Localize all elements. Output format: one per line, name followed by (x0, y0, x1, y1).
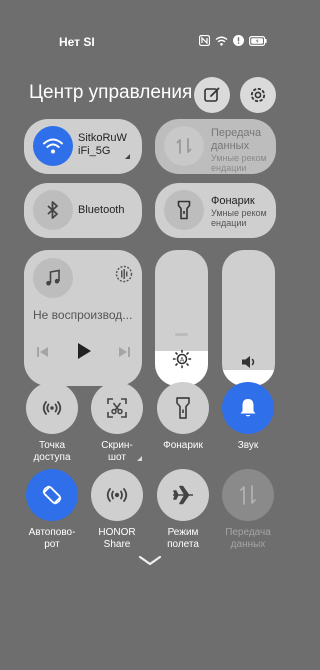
music-app-button[interactable] (33, 258, 73, 298)
mobile-data-title: Передача (211, 127, 262, 139)
airplane-icon (173, 485, 193, 505)
hotspot-label-line1: Точка (38, 440, 66, 451)
airplane-mode-label: Режим полета (148, 527, 218, 551)
sound-circle[interactable] (222, 382, 274, 434)
mobile-data-sub1: Умные реком (211, 153, 267, 163)
next-track-icon[interactable] (117, 345, 131, 364)
wifi-network-name: SitkoRuW iFi_5G (78, 132, 127, 158)
data-transfer-circle[interactable] (222, 469, 274, 521)
gear-icon (250, 87, 266, 103)
data-transfer-button[interactable]: Передача данных (213, 469, 283, 551)
sound-button[interactable]: Звук (213, 382, 283, 452)
data-arrows-icon (176, 138, 192, 154)
data-transfer-label-line1: Передача (225, 527, 271, 538)
airplane-mode-circle[interactable] (157, 469, 209, 521)
screenshot-button[interactable]: Скрин- шот (82, 382, 152, 464)
mobile-data-text: Передача данных Умные реком ендации (211, 127, 267, 173)
airplane-label-line2: полета (167, 539, 199, 550)
nfc-icon (199, 35, 210, 46)
bluetooth-tile[interactable]: Bluetooth (24, 183, 142, 238)
wifi-toggle[interactable] (33, 126, 73, 166)
flashlight-tile[interactable]: Фонарик Умные реком ендации (155, 183, 276, 238)
mobile-data-title2: данных (211, 140, 250, 152)
hotspot-icon (42, 401, 62, 415)
brightness-auto-icon: A (172, 349, 192, 374)
hotspot-button[interactable]: Точка доступа (17, 382, 87, 464)
status-icons (199, 35, 267, 46)
screenshot-label-line1: Скрин- (101, 440, 133, 451)
hotspot-label-line2: доступа (33, 452, 71, 463)
screenshot-circle[interactable] (91, 382, 143, 434)
sound-label-line1: Звук (237, 440, 259, 451)
wifi-name-line2: iFi_5G (78, 145, 111, 157)
flashlight-sub1: Умные реком (211, 208, 267, 218)
airplane-label-line1: Режим (167, 527, 199, 538)
flashlight-icon (176, 397, 190, 419)
wifi-tile[interactable]: SitkoRuW iFi_5G (24, 119, 142, 174)
status-bar: Нет SI (0, 0, 300, 86)
auto-rotate-label: Автопово- рот (17, 527, 87, 551)
honor-share-circle[interactable] (91, 469, 143, 521)
hotspot-circle[interactable] (26, 382, 78, 434)
auto-rotate-label-line2: рот (44, 539, 60, 550)
auto-rotate-circle[interactable] (26, 469, 78, 521)
edit-button[interactable] (194, 77, 230, 113)
flashlight-toggle[interactable] (164, 190, 204, 230)
airplane-mode-button[interactable]: Режим полета (148, 469, 218, 551)
screenshot-more-icon (137, 456, 142, 461)
rotate-icon (42, 485, 62, 505)
mobile-data-sub2: ендации (211, 163, 247, 173)
flashlight-sub2: ендации (211, 218, 247, 228)
previous-track-icon[interactable] (36, 345, 50, 364)
battery-icon (249, 35, 267, 46)
settings-button[interactable] (240, 77, 276, 113)
expand-corner-icon (125, 154, 130, 159)
brightness-slider[interactable]: A (155, 250, 208, 386)
data-arrows-icon (240, 485, 256, 505)
brightness-handle[interactable] (175, 333, 188, 336)
flashlight-button[interactable]: Фонарик (148, 382, 218, 452)
honor-share-button[interactable]: HONOR Share (82, 469, 152, 551)
sound-label: Звук (213, 440, 283, 452)
flashlight-quick-label: Фонарик (148, 440, 218, 452)
flashlight-label-line1: Фонарик (163, 440, 203, 451)
flashlight-title: Фонарик (211, 195, 255, 207)
alert-icon (233, 35, 244, 46)
auto-rotate-button[interactable]: Автопово- рот (17, 469, 87, 551)
wifi-icon (43, 138, 63, 154)
data-transfer-label-line2: данных (230, 539, 266, 550)
mobile-data-toggle[interactable] (164, 126, 204, 166)
volume-slider[interactable] (222, 250, 275, 386)
volume-icon (241, 355, 257, 374)
flashlight-icon (177, 200, 191, 220)
bluetooth-toggle[interactable] (33, 190, 73, 230)
honor-share-label-line1: HONOR (98, 527, 136, 538)
wifi-name-line1: SitkoRuW (78, 132, 127, 144)
bell-icon (240, 399, 256, 417)
honor-share-icon (106, 488, 128, 502)
media-status-text: Не воспроизвод... (33, 308, 133, 322)
music-note-icon (46, 269, 60, 286)
collapse-chevron-icon[interactable] (138, 554, 162, 572)
edit-icon (204, 87, 220, 102)
audio-output-icon[interactable] (115, 265, 133, 288)
hotspot-label: Точка доступа (17, 440, 87, 464)
mobile-data-tile[interactable]: Передача данных Умные реком ендации (155, 119, 276, 174)
bluetooth-label: Bluetooth (78, 204, 125, 216)
flashlight-text: Фонарик Умные реком ендации (211, 195, 267, 228)
bluetooth-icon (47, 201, 58, 219)
page-title: Центр управления (29, 82, 193, 103)
wifi-status-icon (215, 36, 228, 46)
scissors-icon (107, 398, 127, 418)
honor-share-label: HONOR Share (82, 527, 152, 551)
play-icon[interactable] (76, 342, 92, 365)
flashlight-circle[interactable] (157, 382, 209, 434)
honor-share-label-line2: Share (103, 539, 131, 550)
auto-rotate-label-line1: Автопово- (28, 527, 76, 538)
carrier-label: Нет SI (59, 35, 95, 49)
data-transfer-label: Передача данных (213, 527, 283, 551)
